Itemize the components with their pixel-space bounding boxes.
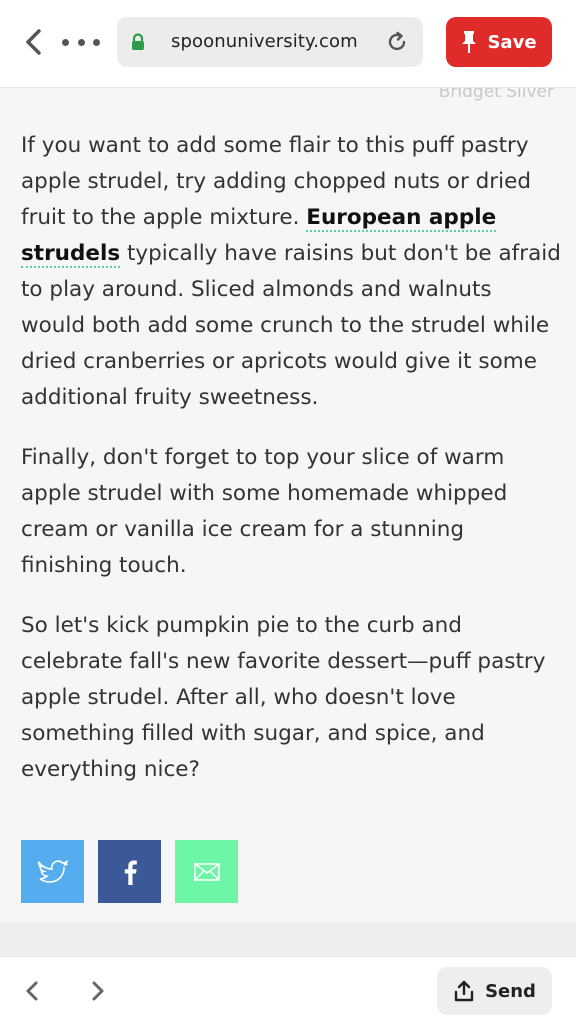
address-bar[interactable]: spoonuniversity.com [117, 17, 423, 67]
dot-icon [77, 38, 85, 46]
email-share-button[interactable] [175, 840, 238, 903]
pin-icon [462, 31, 477, 53]
paragraph-flair: If you want to add some flair to this pu… [21, 128, 561, 416]
url-text: spoonuniversity.com [171, 31, 358, 52]
article-body: If you want to add some flair to this pu… [21, 128, 561, 812]
twitter-share-button[interactable] [21, 840, 84, 903]
share-buttons [21, 840, 252, 903]
upload-share-icon [454, 980, 474, 1002]
save-button[interactable]: Save [446, 17, 552, 67]
facebook-f-icon [124, 860, 137, 885]
bottom-toolbar: Send [0, 956, 576, 1024]
twitter-bird-icon [37, 859, 68, 883]
send-label: Send [485, 980, 536, 1002]
photo-credit: Bridget Silver [438, 88, 554, 102]
dot-icon [62, 38, 69, 46]
envelope-icon [193, 862, 220, 881]
lock-icon [132, 33, 144, 50]
chevron-right-icon [92, 981, 104, 1001]
dot-icon [93, 38, 100, 46]
chevron-left-icon [26, 981, 38, 1001]
content-divider [0, 922, 576, 956]
previous-page-button[interactable] [22, 979, 42, 1003]
next-page-button[interactable] [88, 979, 108, 1003]
reload-icon[interactable] [385, 30, 409, 54]
send-button[interactable]: Send [437, 967, 552, 1015]
chevron-left-icon [26, 29, 41, 55]
paragraph-conclusion: So let's kick pumpkin pie to the curb an… [21, 613, 546, 782]
facebook-share-button[interactable] [98, 840, 161, 903]
back-button[interactable] [22, 26, 46, 58]
browser-toolbar: spoonuniversity.com Save [0, 0, 576, 88]
more-options-button[interactable] [62, 30, 100, 54]
paragraph-topping: Finally, don't forget to top your slice … [21, 445, 508, 578]
save-label: Save [487, 31, 537, 53]
article-content: Bridget Silver If you want to add some f… [0, 88, 576, 922]
